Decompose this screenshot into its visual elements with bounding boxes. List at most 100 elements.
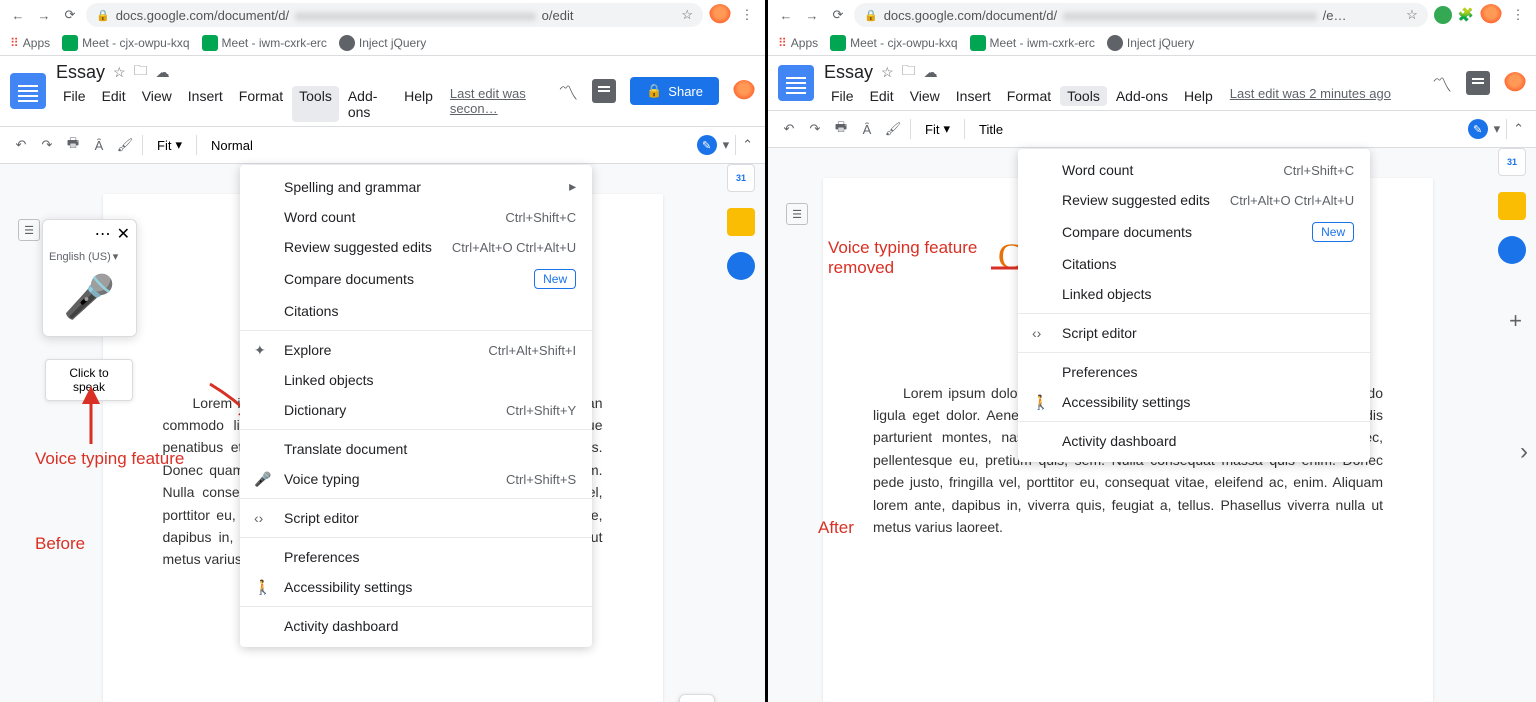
menu-view[interactable]: View	[135, 86, 179, 122]
calendar-icon[interactable]: 31	[1498, 148, 1526, 176]
spellcheck-icon[interactable]: Ȃ	[90, 136, 108, 154]
forward-icon[interactable]: →	[34, 5, 54, 25]
tools-voice-typing[interactable]: 🎤Voice typingCtrl+Shift+S	[240, 464, 592, 494]
menu-file[interactable]: File	[56, 86, 93, 122]
microphone-icon[interactable]: 🎤	[43, 265, 136, 336]
document-title[interactable]: Essay	[56, 62, 105, 83]
star-doc-icon[interactable]: ☆	[881, 64, 894, 81]
undo-icon[interactable]: ↶	[12, 136, 30, 154]
menu-format[interactable]: Format	[1000, 86, 1058, 106]
tools-linked-objects[interactable]: Linked objects	[240, 365, 592, 395]
menu-tools[interactable]: Tools	[1060, 86, 1107, 106]
zoom-select[interactable]: Fit ▾	[919, 119, 956, 139]
next-icon[interactable]: ›	[1520, 438, 1528, 466]
tools-dictionary[interactable]: DictionaryCtrl+Shift+Y	[240, 395, 592, 425]
extensions-icon[interactable]: 🧩	[1458, 7, 1474, 23]
keep-icon[interactable]	[1498, 192, 1526, 220]
tools-review-suggested-edits[interactable]: Review suggested editsCtrl+Alt+O Ctrl+Al…	[240, 232, 592, 262]
print-icon[interactable]: 🖶	[64, 136, 82, 154]
zoom-select[interactable]: Fit ▾	[151, 135, 188, 155]
docs-logo[interactable]	[10, 73, 46, 109]
menu-format[interactable]: Format	[232, 86, 290, 122]
reload-icon[interactable]: ⟳	[60, 5, 80, 25]
bookmark-meet2[interactable]: Meet - iwm-cxrk-erc	[202, 35, 327, 51]
tools-word-count[interactable]: Word countCtrl+Shift+C	[240, 202, 592, 232]
edit-mode-icon[interactable]: ✎	[1468, 119, 1488, 139]
star-doc-icon[interactable]: ☆	[113, 64, 126, 81]
comments-icon[interactable]	[1466, 71, 1490, 95]
bookmark-meet1[interactable]: Meet - cjx-owpu-kxq	[62, 35, 189, 51]
menu-view[interactable]: View	[903, 86, 947, 106]
voice-more-icon[interactable]: ⋯	[95, 224, 111, 244]
docs-logo[interactable]	[778, 65, 814, 101]
style-select[interactable]: Title	[973, 120, 1009, 139]
paint-format-icon[interactable]: 🖌	[116, 136, 134, 154]
tasks-icon[interactable]	[727, 252, 755, 280]
address-bar[interactable]: 🔒 docs.google.com/document/d/ xxxxxxxxxx…	[86, 3, 703, 27]
address-bar[interactable]: 🔒 docs.google.com/document/d/ xxxxxxxxxx…	[854, 3, 1428, 27]
paint-format-icon[interactable]: 🖌	[884, 120, 902, 138]
tools-explore[interactable]: ✦ExploreCtrl+Alt+Shift+I	[240, 335, 592, 365]
last-edit-link[interactable]: Last edit was 2 minutes ago	[1230, 86, 1391, 106]
tools-review-suggested-edits[interactable]: Review suggested editsCtrl+Alt+O Ctrl+Al…	[1018, 185, 1370, 215]
document-title[interactable]: Essay	[824, 62, 873, 83]
bookmark-meet1[interactable]: Meet - cjx-owpu-kxq	[830, 35, 957, 51]
menu-help[interactable]: Help	[397, 86, 440, 122]
tools-accessibility-settings[interactable]: 🚶Accessibility settings	[1018, 387, 1370, 417]
redo-icon[interactable]: ↷	[38, 136, 56, 154]
menu-insert[interactable]: Insert	[949, 86, 998, 106]
user-avatar[interactable]	[733, 80, 755, 102]
chrome-menu-icon[interactable]: ⋮	[1508, 5, 1528, 25]
move-icon[interactable]: 🗀	[902, 60, 916, 84]
comments-icon[interactable]	[592, 79, 616, 103]
menu-edit[interactable]: Edit	[863, 86, 901, 106]
user-avatar[interactable]	[1504, 72, 1526, 94]
chrome-menu-icon[interactable]: ⋮	[737, 5, 757, 25]
reload-icon[interactable]: ⟳	[828, 5, 848, 25]
menu-file[interactable]: File	[824, 86, 861, 106]
apps-button[interactable]: ⠿Apps	[778, 36, 818, 50]
menu-tools[interactable]: Tools	[292, 86, 339, 122]
menu-add-ons[interactable]: Add-ons	[1109, 86, 1175, 106]
bookmark-jquery[interactable]: Inject jQuery	[1107, 35, 1194, 51]
trend-icon[interactable]: 〽	[558, 77, 578, 106]
tools-word-count[interactable]: Word countCtrl+Shift+C	[1018, 155, 1370, 185]
tools-compare-documents[interactable]: Compare documentsNew	[1018, 215, 1370, 249]
tasks-icon[interactable]	[1498, 236, 1526, 264]
tools-preferences[interactable]: Preferences	[240, 542, 592, 572]
forward-icon[interactable]: →	[802, 5, 822, 25]
tools-citations[interactable]: Citations	[1018, 249, 1370, 279]
collapse-icon[interactable]: ⌃	[1513, 121, 1524, 137]
calendar-icon[interactable]: 31	[727, 164, 755, 192]
menu-insert[interactable]: Insert	[181, 86, 230, 122]
menu-add-ons[interactable]: Add-ons	[341, 86, 395, 122]
keep-icon[interactable]	[727, 208, 755, 236]
bookmark-meet2[interactable]: Meet - iwm-cxrk-erc	[970, 35, 1095, 51]
tools-translate-document[interactable]: Translate document	[240, 434, 592, 464]
bookmark-jquery[interactable]: Inject jQuery	[339, 35, 426, 51]
style-select[interactable]: Normal	[205, 136, 259, 155]
tools-accessibility-settings[interactable]: 🚶Accessibility settings	[240, 572, 592, 602]
back-icon[interactable]: ←	[776, 5, 796, 25]
outline-icon[interactable]: ☰	[786, 203, 808, 225]
voice-language[interactable]: English (US) ▾	[43, 248, 136, 265]
tools-spelling-and-grammar[interactable]: Spelling and grammar▸	[240, 171, 592, 202]
voice-close-icon[interactable]: ✕	[117, 224, 130, 244]
share-button[interactable]: 🔒 Share	[630, 77, 719, 105]
tools-preferences[interactable]: Preferences	[1018, 357, 1370, 387]
tools-activity-dashboard[interactable]: Activity dashboard	[1018, 426, 1370, 456]
star-icon[interactable]: ☆	[681, 7, 693, 23]
outline-icon[interactable]: ☰	[18, 219, 40, 241]
star-icon[interactable]: ☆	[1406, 7, 1418, 23]
tools-activity-dashboard[interactable]: Activity dashboard	[240, 611, 592, 641]
add-sidebar-icon[interactable]: +	[1509, 308, 1522, 334]
apps-button[interactable]: ⠿Apps	[10, 36, 50, 50]
explore-fab[interactable]: ✦	[679, 694, 715, 702]
move-icon[interactable]: 🗀	[134, 60, 148, 84]
collapse-icon[interactable]: ⌃	[742, 137, 753, 153]
print-icon[interactable]: 🖶	[832, 120, 850, 138]
tools-linked-objects[interactable]: Linked objects	[1018, 279, 1370, 309]
menu-edit[interactable]: Edit	[95, 86, 133, 122]
profile-avatar[interactable]	[709, 4, 731, 26]
trend-icon[interactable]: 〽	[1432, 69, 1452, 98]
